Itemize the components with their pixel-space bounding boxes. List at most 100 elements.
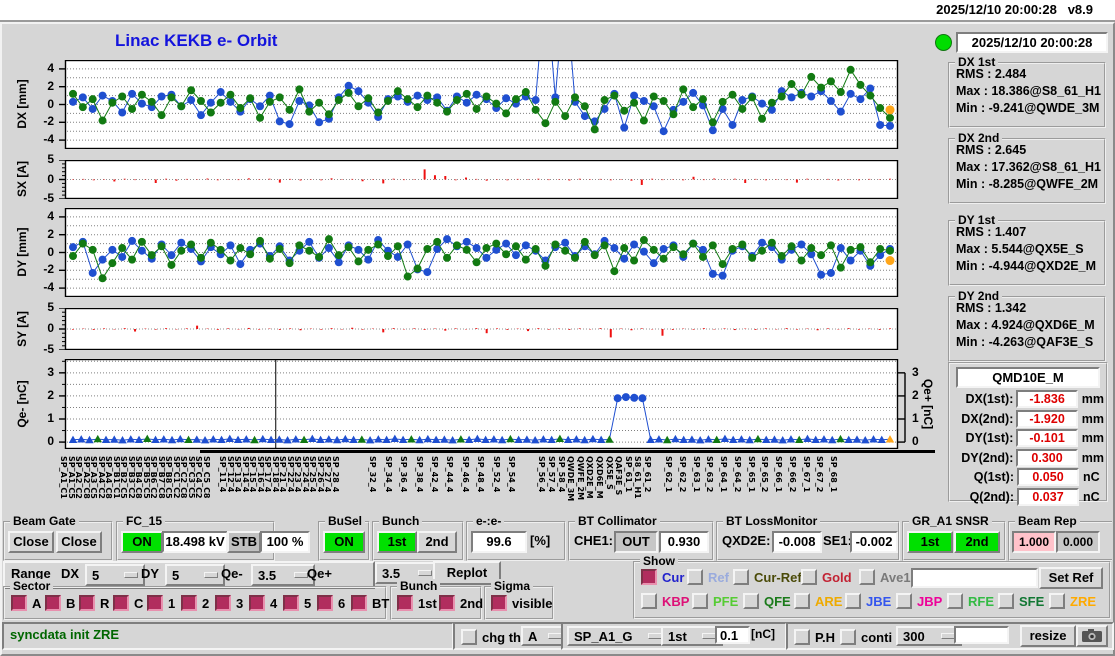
x-axis-label: SP_36_4	[399, 456, 409, 493]
show-cur-ref-checkbox[interactable]	[733, 569, 749, 585]
bunch-check-2nd-checkbox[interactable]	[439, 595, 455, 611]
show-gold-checkbox[interactable]	[801, 569, 817, 585]
sector-5-item: 5	[283, 595, 311, 611]
range-dx-select[interactable]: 5	[85, 564, 145, 586]
gr-snsr-1st-button[interactable]: 1st	[907, 531, 953, 553]
statusbar-message: syncdata init ZRE	[10, 627, 120, 642]
conti-checkbox[interactable]	[840, 629, 856, 645]
page-title: Linac KEKB e- Orbit	[115, 31, 278, 50]
sector-a-checkbox[interactable]	[11, 595, 27, 611]
sector-c-checkbox[interactable]	[113, 595, 129, 611]
count-input[interactable]	[954, 626, 1009, 644]
stats-min: Min : -8.285@QWFE_2M	[956, 177, 1099, 191]
beam-gate-close-2-button[interactable]: Close	[56, 531, 102, 553]
show-jbe-item: JBE	[845, 593, 891, 609]
y-tick-label: 0	[47, 434, 54, 449]
show-pfe-checkbox[interactable]	[692, 593, 708, 609]
show-rfe-label: RFE	[968, 593, 994, 609]
fc15-stb-button[interactable]: STB	[227, 531, 261, 553]
threshold-input[interactable]: 0.1	[715, 626, 750, 644]
show-qfe-checkbox[interactable]	[743, 593, 759, 609]
x-axis-label: QWDE_3M	[566, 456, 576, 502]
show-jbp-label: JBP	[917, 593, 943, 609]
range-qem-select[interactable]: 3.5	[251, 564, 315, 586]
x-axis-label: SP_67_1	[801, 456, 811, 493]
camera-button[interactable]	[1076, 625, 1108, 647]
show-jbp-checkbox[interactable]	[896, 593, 912, 609]
show-cur-label: Cur	[662, 569, 685, 585]
show-cur-ref-label: Cur-Ref	[754, 569, 802, 585]
sector-4-checkbox[interactable]	[249, 595, 265, 611]
count-select[interactable]: 300	[896, 626, 962, 646]
sector-1-label: 1	[168, 595, 176, 611]
set-ref-button[interactable]: Set Ref	[1039, 567, 1103, 589]
sp-select[interactable]: SP_A1_G	[567, 626, 669, 646]
y-tick-label: 1	[912, 411, 919, 425]
bunch-check-1st-checkbox[interactable]	[397, 595, 413, 611]
sector-5-checkbox[interactable]	[283, 595, 299, 611]
beam-gate-close-1-button[interactable]: Close	[8, 531, 54, 553]
x-axis-label: SP_68_1	[829, 456, 839, 493]
x-axis-label: SP_46_4	[460, 456, 470, 493]
sigma-visible-checkbox[interactable]	[491, 595, 507, 611]
show-are-checkbox[interactable]	[794, 593, 810, 609]
x-axis-label: SP_65_1	[746, 456, 756, 493]
fc15-on-button[interactable]: ON	[121, 531, 163, 553]
x-axis-label: SP_57_4	[547, 456, 557, 493]
chg-th-panel: chg th A	[453, 622, 569, 650]
range-dy-select[interactable]: 5	[165, 564, 225, 586]
bunch-1st-button[interactable]: 1st	[377, 531, 417, 553]
show-jbe-checkbox[interactable]	[845, 593, 861, 609]
x-axis-label: SP_28_4	[330, 456, 340, 493]
show-ave10-checkbox[interactable]	[859, 569, 875, 585]
sector-6-item: 6	[317, 595, 345, 611]
x-axis-label: SP_62_2	[677, 456, 687, 493]
x-axis-label: SP_52_4	[491, 456, 501, 493]
sector-2-checkbox[interactable]	[181, 595, 197, 611]
option-menu-dash	[124, 572, 138, 578]
beamline-bar	[200, 450, 935, 453]
show-rfe-checkbox[interactable]	[947, 593, 963, 609]
sigma-title: Sigma	[491, 579, 534, 593]
chg-th-checkbox[interactable]	[461, 629, 477, 645]
sector-6-checkbox[interactable]	[317, 595, 333, 611]
stats-box-dx-2nd: DX 2nd RMS : 2.645 Max : 17.362@S8_61_H1 Mi…	[948, 131, 1106, 204]
stats-max: Max : 5.544@QX5E_S	[956, 242, 1084, 256]
busel-on-button[interactable]: ON	[323, 531, 365, 553]
sb-bunch-select[interactable]: 1st	[661, 626, 723, 646]
bunch-2nd-button[interactable]: 2nd	[417, 531, 457, 553]
sigma-group: Sigma visible	[484, 579, 554, 620]
fc15-title: FC_15	[123, 514, 166, 528]
bt-collimator-out-button[interactable]: OUT	[614, 531, 658, 553]
sector-2-label: 2	[202, 595, 210, 611]
beam-rep-title: Beam Rep	[1015, 514, 1080, 528]
show-sfe-checkbox[interactable]	[998, 593, 1014, 609]
show-cur-checkbox[interactable]	[641, 569, 657, 585]
sector-r-label: R	[100, 595, 110, 611]
y-tick-label: 1	[47, 411, 54, 425]
y-tick-label: 2	[47, 78, 54, 93]
x-axis-label: SP_42_4	[430, 456, 440, 493]
x-axis-label: SP_32_4	[368, 456, 378, 493]
show-zre-checkbox[interactable]	[1049, 593, 1065, 609]
stats-max: Max : 17.362@S8_61_H1	[956, 160, 1101, 174]
chg-th-label: chg th	[482, 629, 521, 645]
sector-bt-checkbox[interactable]	[351, 595, 367, 611]
monitor-row-value: 0.050	[1017, 468, 1079, 486]
resize-button[interactable]: resize	[1020, 625, 1076, 647]
sector-b-checkbox[interactable]	[45, 595, 61, 611]
sector-3-checkbox[interactable]	[215, 595, 231, 611]
gr-snsr-2nd-button[interactable]: 2nd	[954, 531, 1000, 553]
sector-r-checkbox[interactable]	[79, 595, 95, 611]
x-axis-label: SP_61_2	[642, 456, 652, 493]
qe-plot	[59, 359, 906, 449]
bt-loss-se1-label: SE1:	[823, 533, 852, 548]
ph-checkbox[interactable]	[794, 629, 810, 645]
ref-name-input[interactable]	[911, 568, 1038, 588]
x-axis-label: SP_54_4	[507, 456, 517, 493]
show-kbp-checkbox[interactable]	[641, 593, 657, 609]
option-menu-dash	[941, 633, 955, 639]
monitor-row-value: 0.037	[1017, 487, 1079, 506]
show-ref-checkbox[interactable]	[687, 569, 703, 585]
sector-1-checkbox[interactable]	[147, 595, 163, 611]
